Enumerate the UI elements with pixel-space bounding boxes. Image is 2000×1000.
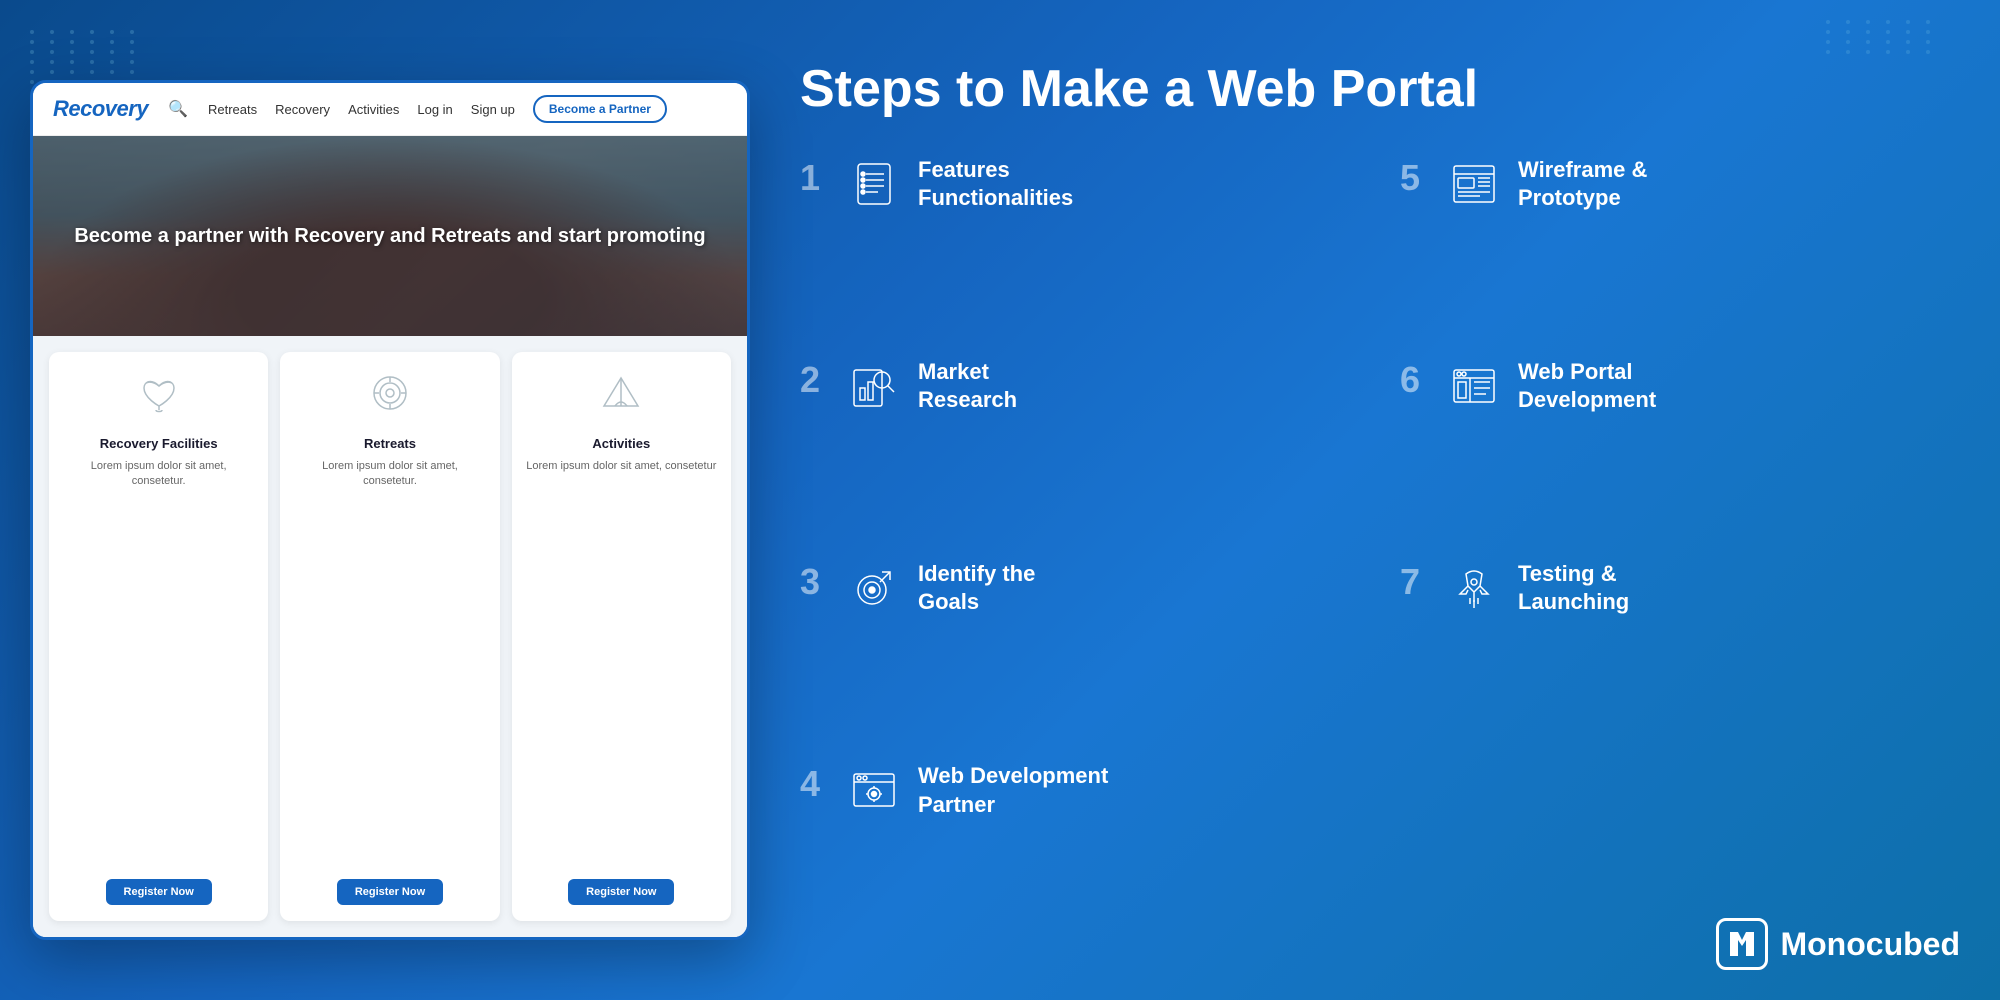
- card-recovery-facilities: Recovery Facilities Lorem ipsum dolor si…: [49, 352, 268, 921]
- steps-title: Steps to Make a Web Portal: [800, 60, 1960, 120]
- browser-mockup-section: Recovery 🔍 Retreats Recovery Activities …: [30, 80, 750, 940]
- step-2-text: MarketResearch: [918, 358, 1360, 415]
- step-7-text: Testing &Launching: [1518, 560, 1960, 617]
- step-4-number: 4: [800, 766, 830, 802]
- step-5: 5 Wireframe &Prototype: [1400, 156, 1960, 334]
- step-4-label: Web DevelopmentPartner: [918, 762, 1360, 819]
- step-6: 6 Web PortalDevelopment: [1400, 358, 1960, 536]
- hero-heading: Become a partner with Recovery and Retre…: [74, 222, 705, 250]
- step-4-text: Web DevelopmentPartner: [918, 762, 1360, 819]
- step-5-label: Wireframe &Prototype: [1518, 156, 1960, 213]
- checklist-icon: [846, 156, 902, 212]
- chart-search-icon: [846, 358, 902, 414]
- step-2-number: 2: [800, 362, 830, 398]
- browser-settings-icon: [846, 762, 902, 818]
- step-7: 7 Testing &Launching: [1400, 560, 1960, 738]
- register-now-activities[interactable]: Register Now: [568, 879, 674, 905]
- lotus-icon: [134, 368, 184, 424]
- hero-area: Become a partner with Recovery and Retre…: [33, 136, 747, 336]
- monocubed-name: Monocubed: [1780, 926, 1960, 963]
- nav-recovery[interactable]: Recovery: [275, 102, 330, 117]
- step-3-label: Identify theGoals: [918, 560, 1360, 617]
- nav-logo: Recovery: [53, 96, 148, 122]
- step-2-label: MarketResearch: [918, 358, 1360, 415]
- nav-activities[interactable]: Activities: [348, 102, 399, 117]
- rocket-icon: [1446, 560, 1502, 616]
- web-dev-icon: [1446, 358, 1502, 414]
- step-2: 2 MarketResearch: [800, 358, 1360, 536]
- step-1-text: FeaturesFunctionalities: [918, 156, 1360, 213]
- step-5-text: Wireframe &Prototype: [1518, 156, 1960, 213]
- step-3-number: 3: [800, 564, 830, 600]
- steps-grid: 1 FeaturesFunctionalities: [800, 156, 1960, 940]
- step-3-text: Identify theGoals: [918, 560, 1360, 617]
- card-title-retreats: Retreats: [364, 436, 416, 451]
- register-now-recovery[interactable]: Register Now: [106, 879, 212, 905]
- monocubed-branding: Monocubed: [1716, 918, 1960, 970]
- hero-text: Become a partner with Recovery and Retre…: [54, 222, 725, 250]
- nav-retreats[interactable]: Retreats: [208, 102, 257, 117]
- right-section: Steps to Make a Web Portal 1 Feat: [800, 60, 1960, 940]
- cards-section: Recovery Facilities Lorem ipsum dolor si…: [33, 336, 747, 937]
- card-activities: Activities Lorem ipsum dolor sit amet, c…: [512, 352, 731, 921]
- card-retreats: Retreats Lorem ipsum dolor sit amet, con…: [280, 352, 499, 921]
- nav-links: Retreats Recovery Activities Log in Sign…: [208, 95, 727, 123]
- dots-decoration-tr: [1826, 20, 1940, 54]
- browser-mockup: Recovery 🔍 Retreats Recovery Activities …: [30, 80, 750, 940]
- tent-icon: [596, 368, 646, 424]
- card-desc-activities: Lorem ipsum dolor sit amet, consetetur: [526, 459, 716, 867]
- card-desc-retreats: Lorem ipsum dolor sit amet, consetetur.: [294, 459, 485, 867]
- register-now-retreats[interactable]: Register Now: [337, 879, 443, 905]
- card-title-activities: Activities: [592, 436, 650, 451]
- card-desc-recovery: Lorem ipsum dolor sit amet, consetetur.: [63, 459, 254, 867]
- step-6-label: Web PortalDevelopment: [1518, 358, 1960, 415]
- nav-login[interactable]: Log in: [417, 102, 452, 117]
- card-title-recovery: Recovery Facilities: [100, 436, 218, 451]
- target-icon: [846, 560, 902, 616]
- step-1: 1 FeaturesFunctionalities: [800, 156, 1360, 334]
- become-partner-button[interactable]: Become a Partner: [533, 95, 667, 123]
- step-6-number: 6: [1400, 362, 1430, 398]
- monocubed-logo: [1716, 918, 1768, 970]
- step-1-number: 1: [800, 160, 830, 196]
- nav-signup[interactable]: Sign up: [471, 102, 515, 117]
- nav-bar: Recovery 🔍 Retreats Recovery Activities …: [33, 83, 747, 136]
- retreat-icon: [365, 368, 415, 424]
- step-1-label: FeaturesFunctionalities: [918, 156, 1360, 213]
- search-icon[interactable]: 🔍: [168, 99, 188, 119]
- step-7-label: Testing &Launching: [1518, 560, 1960, 617]
- step-6-text: Web PortalDevelopment: [1518, 358, 1960, 415]
- step-4: 4 Web DevelopmentPartner: [800, 762, 1360, 940]
- step-5-number: 5: [1400, 160, 1430, 196]
- step-3: 3 Identify theGoals: [800, 560, 1360, 738]
- step-7-number: 7: [1400, 564, 1430, 600]
- wireframe-icon: [1446, 156, 1502, 212]
